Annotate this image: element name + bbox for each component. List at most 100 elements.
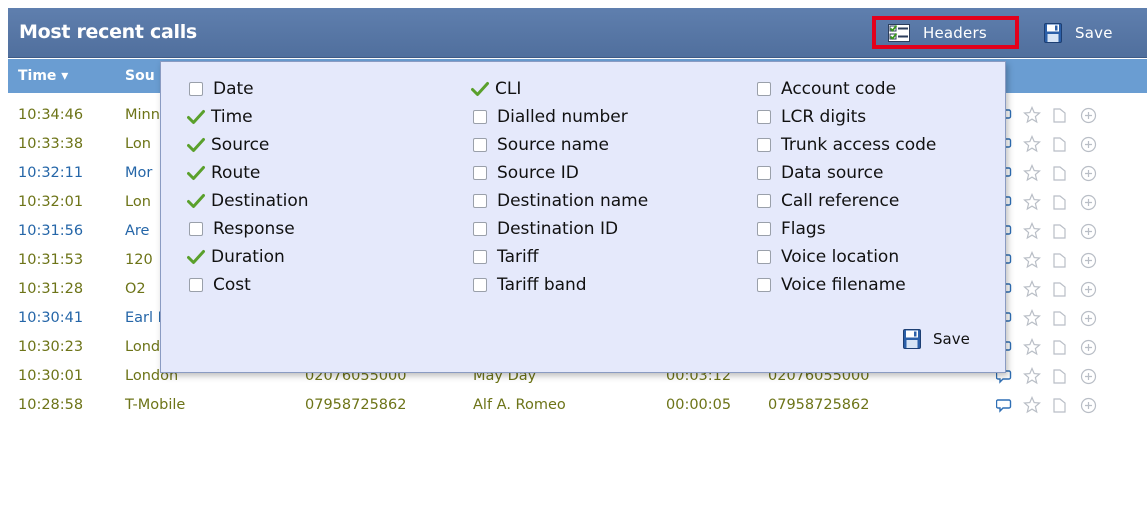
checkbox[interactable] (473, 222, 487, 236)
checkbox[interactable] (473, 250, 487, 264)
tag-icon[interactable] (1050, 163, 1070, 183)
tag-icon[interactable] (1050, 221, 1070, 241)
header-option-route[interactable]: Route (187, 162, 260, 184)
add-circle-icon[interactable] (1078, 134, 1098, 154)
checkmark-icon[interactable] (187, 193, 205, 209)
tag-icon[interactable] (1050, 395, 1070, 415)
star-icon[interactable] (1022, 279, 1042, 299)
star-icon[interactable] (1022, 308, 1042, 328)
checkmark-icon[interactable] (187, 137, 205, 153)
header-option-tariff[interactable]: Tariff (473, 246, 538, 268)
header-option-voice-filename[interactable]: Voice filename (757, 274, 906, 296)
tag-icon[interactable] (1050, 279, 1070, 299)
header-option-destination-name[interactable]: Destination name (473, 190, 648, 212)
checkmark-icon[interactable] (187, 249, 205, 265)
add-circle-icon[interactable] (1078, 395, 1098, 415)
header-option-date[interactable]: Date (189, 78, 254, 100)
star-icon[interactable] (1022, 366, 1042, 386)
header-option-lcr-digits[interactable]: LCR digits (757, 106, 866, 128)
cell-source[interactable]: Are (125, 223, 149, 239)
header-option-trunk-access-code[interactable]: Trunk access code (757, 134, 936, 156)
star-icon[interactable] (1022, 337, 1042, 357)
column-header-time[interactable]: Time ▾ (18, 68, 68, 84)
header-option-source-name[interactable]: Source name (473, 134, 609, 156)
save-button[interactable]: Save (1044, 16, 1144, 49)
checkbox[interactable] (757, 82, 771, 96)
header-option-data-source[interactable]: Data source (757, 162, 883, 184)
star-icon[interactable] (1022, 105, 1042, 125)
option-label: Time (211, 107, 253, 127)
checkbox[interactable] (757, 250, 771, 264)
star-icon[interactable] (1022, 221, 1042, 241)
option-label: Trunk access code (781, 135, 937, 155)
header-option-cost[interactable]: Cost (189, 274, 251, 296)
tag-icon[interactable] (1050, 250, 1070, 270)
option-label: Voice location (781, 247, 900, 267)
checkbox[interactable] (757, 138, 771, 152)
checkbox[interactable] (473, 194, 487, 208)
cell-dest: 07958725862 (305, 397, 407, 413)
header-option-source[interactable]: Source (187, 134, 269, 156)
add-circle-icon[interactable] (1078, 279, 1098, 299)
header-option-duration[interactable]: Duration (187, 246, 285, 268)
header-option-destination-id[interactable]: Destination ID (473, 218, 618, 240)
star-icon[interactable] (1022, 250, 1042, 270)
star-icon[interactable] (1022, 192, 1042, 212)
add-circle-icon[interactable] (1078, 192, 1098, 212)
checkbox[interactable] (189, 82, 203, 96)
tag-icon[interactable] (1050, 366, 1070, 386)
cell-time: 10:34:46 (18, 107, 84, 123)
checkbox[interactable] (757, 278, 771, 292)
add-circle-icon[interactable] (1078, 105, 1098, 125)
checklist-icon (888, 23, 910, 42)
checkbox[interactable] (473, 110, 487, 124)
header-option-voice-location[interactable]: Voice location (757, 246, 899, 268)
comment-icon[interactable] (994, 395, 1014, 415)
add-circle-icon[interactable] (1078, 221, 1098, 241)
cell-source[interactable]: Mor (125, 165, 152, 181)
row-actions (994, 337, 1098, 357)
header-option-account-code[interactable]: Account code (757, 78, 896, 100)
tag-icon[interactable] (1050, 192, 1070, 212)
header-option-cli[interactable]: CLI (471, 78, 521, 100)
header-option-source-id[interactable]: Source ID (473, 162, 579, 184)
checkbox[interactable] (757, 222, 771, 236)
header-option-dialled-number[interactable]: Dialled number (473, 106, 628, 128)
star-icon[interactable] (1022, 395, 1042, 415)
checkbox[interactable] (757, 110, 771, 124)
add-circle-icon[interactable] (1078, 337, 1098, 357)
tag-icon[interactable] (1050, 337, 1070, 357)
table-row[interactable]: 10:28:58 T-Mobile 07958725862 Alf A. Romeo 0… (8, 391, 1147, 420)
checkbox[interactable] (189, 222, 203, 236)
header-option-call-reference[interactable]: Call reference (757, 190, 899, 212)
checkbox[interactable] (473, 166, 487, 180)
tag-icon[interactable] (1050, 308, 1070, 328)
column-header-source[interactable]: Sou (125, 68, 155, 84)
checkmark-icon[interactable] (187, 109, 205, 125)
checkbox[interactable] (189, 278, 203, 292)
header-option-response[interactable]: Response (189, 218, 295, 240)
tag-icon[interactable] (1050, 105, 1070, 125)
cell-time: 10:31:56 (18, 223, 84, 239)
star-icon[interactable] (1022, 163, 1042, 183)
option-label: Tariff (497, 247, 539, 267)
checkbox[interactable] (473, 278, 487, 292)
header-option-destination[interactable]: Destination (187, 190, 309, 212)
header-option-time[interactable]: Time (187, 106, 253, 128)
checkbox[interactable] (757, 166, 771, 180)
add-circle-icon[interactable] (1078, 366, 1098, 386)
tag-icon[interactable] (1050, 134, 1070, 154)
checkbox[interactable] (473, 138, 487, 152)
headers-button[interactable]: Headers (872, 16, 1019, 49)
add-circle-icon[interactable] (1078, 308, 1098, 328)
popup-save-label: Save (933, 330, 970, 348)
star-icon[interactable] (1022, 134, 1042, 154)
header-option-flags[interactable]: Flags (757, 218, 826, 240)
add-circle-icon[interactable] (1078, 250, 1098, 270)
checkmark-icon[interactable] (187, 165, 205, 181)
popup-save-button[interactable]: Save (903, 329, 970, 349)
header-option-tariff-band[interactable]: Tariff band (473, 274, 587, 296)
checkbox[interactable] (757, 194, 771, 208)
checkmark-icon[interactable] (471, 81, 489, 97)
add-circle-icon[interactable] (1078, 163, 1098, 183)
